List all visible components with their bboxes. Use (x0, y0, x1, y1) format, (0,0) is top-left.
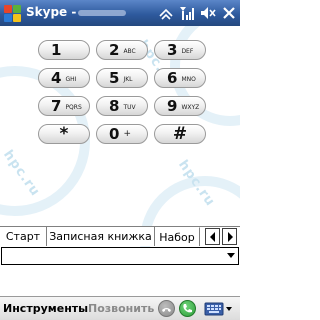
end-call-button[interactable] (158, 300, 175, 317)
key-digit: 6 (167, 69, 178, 87)
key-digit: 5 (109, 69, 120, 87)
close-icon[interactable] (220, 4, 238, 22)
dial-key-1[interactable]: 1 (38, 40, 90, 60)
key-digit: 0 (109, 125, 120, 143)
key-digit: 2 (109, 41, 120, 59)
key-letters: DEF (181, 47, 194, 55)
key-letters: WXYZ (181, 103, 200, 111)
command-bar: Инструменты Позвонить (0, 296, 240, 320)
tab-label: Старт (5, 230, 41, 243)
number-combobox[interactable] (1, 247, 239, 265)
keyboard-input-button[interactable] (204, 301, 234, 317)
tab-dial[interactable]: Набор (155, 227, 200, 246)
key-letters: + (123, 129, 131, 139)
dial-key-4[interactable]: 4 GHI (38, 68, 90, 88)
tab-scroll-right-button[interactable] (222, 228, 237, 245)
key-digit: 1 (51, 41, 62, 59)
key-letters: PQRS (65, 103, 82, 111)
arrow-left-icon (209, 231, 215, 242)
title-bar: Skype - (0, 0, 240, 26)
key-digit: 7 (51, 97, 62, 115)
key-digit: * (59, 124, 69, 144)
arrow-right-icon (227, 231, 233, 242)
dial-key-9[interactable]: 9 WXYZ (154, 96, 206, 116)
tab-label: Записная книжка (49, 230, 152, 243)
dial-key-7[interactable]: 7 PQRS (38, 96, 90, 116)
dial-key-8[interactable]: 8 TUV (96, 96, 148, 116)
dial-key-star[interactable]: * (38, 124, 90, 144)
tab-label: Набор (159, 230, 195, 244)
chevron-down-icon[interactable] (227, 253, 235, 258)
tab-start[interactable]: Старт (0, 227, 47, 246)
start-call-button[interactable] (179, 300, 196, 317)
dial-key-6[interactable]: 6 MNO (154, 68, 206, 88)
key-digit: 9 (167, 97, 178, 115)
phone-icon (183, 304, 192, 313)
dial-key-5[interactable]: 5 JKL (96, 68, 148, 88)
dialer-panel: hpc.ru hpc.ru hpc.ru 1 2 ABC 3 DEF 4 GHI… (0, 26, 240, 250)
key-letters: GHI (65, 75, 77, 83)
call-button[interactable]: Позвонить (88, 302, 154, 315)
tab-address-book[interactable]: Записная книжка (47, 227, 155, 246)
tools-menu-button[interactable]: Инструменты (3, 302, 88, 315)
windows-start-icon[interactable] (3, 4, 21, 22)
tab-bar: Старт Записная книжка Набор (0, 226, 240, 246)
dial-key-hash[interactable]: # (154, 124, 206, 144)
tab-scroll-left-button[interactable] (205, 228, 220, 245)
key-letters: TUV (123, 103, 136, 111)
speaker-muted-icon[interactable] (199, 4, 217, 22)
phone-hangup-icon (162, 308, 171, 312)
connectivity-icon[interactable] (157, 4, 175, 22)
key-digit: # (172, 124, 188, 144)
signal-icon[interactable] (178, 4, 196, 22)
key-digit: 8 (109, 97, 120, 115)
keyboard-icon (204, 302, 232, 316)
dial-key-0[interactable]: 0 + (96, 124, 148, 144)
dial-key-2[interactable]: 2 ABC (96, 40, 148, 60)
key-letters: ABC (123, 47, 136, 55)
window-title: Skype - (26, 5, 77, 19)
key-digit: 4 (51, 69, 62, 87)
blurred-username (78, 10, 126, 16)
dial-key-3[interactable]: 3 DEF (154, 40, 206, 60)
key-digit: 3 (167, 41, 178, 59)
key-letters: MNO (181, 75, 196, 83)
key-letters: JKL (123, 75, 133, 83)
